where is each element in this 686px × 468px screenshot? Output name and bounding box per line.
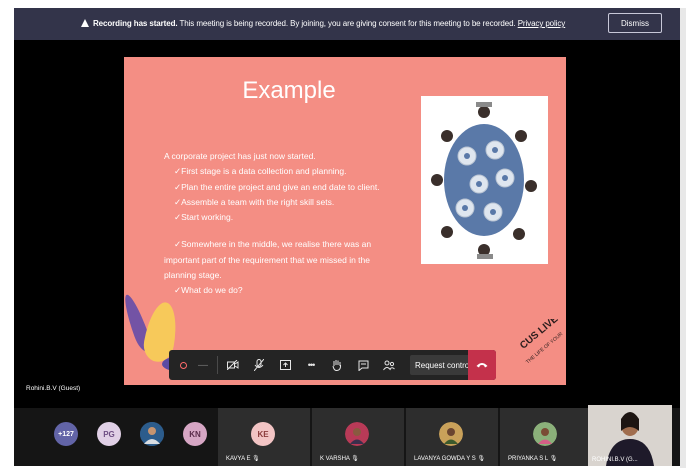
more-participants-button[interactable]: +127 [54, 422, 78, 446]
person-photo-icon [345, 422, 369, 446]
raise-hand-icon [332, 360, 342, 371]
participant-initials: KE [251, 422, 275, 446]
recording-text: This meeting is being recorded. By joini… [179, 19, 516, 28]
window-edge [680, 8, 686, 468]
participant-name: PRIYANKA S L [508, 456, 549, 462]
timer-placeholder: — [198, 359, 208, 371]
meeting-window: Recording has started. This meeting is b… [14, 8, 680, 466]
slide-intro: A corporate project has just now started… [164, 151, 316, 161]
participants-icon [383, 360, 395, 370]
slide-middle-line: planning stage. [164, 270, 222, 281]
slide-step: ✓Plan the entire project and give an end… [174, 181, 380, 192]
raise-hand-button[interactable] [325, 350, 349, 380]
participant-avatar[interactable]: PG [97, 422, 121, 446]
mic-muted-icon: 🎙 [351, 456, 359, 462]
mic-off-button[interactable] [247, 350, 271, 380]
mic-muted-icon: 🎙 [252, 456, 260, 462]
self-view-video: ROHINI.B.V (G... [588, 405, 672, 466]
request-control-button[interactable]: Request control [410, 355, 476, 375]
record-button[interactable] [175, 350, 191, 380]
person-photo-icon [439, 422, 463, 446]
share-button[interactable] [273, 350, 297, 380]
recording-banner: Recording has started. This meeting is b… [14, 8, 680, 40]
slide-title: Example [242, 77, 336, 104]
person-photo-icon [140, 422, 164, 446]
mic-muted-icon: 🎙 [549, 456, 558, 462]
meeting-toolbar: — ••• Request control [169, 350, 496, 380]
slide-middle-line: ✓Somewhere in the middle, we realise the… [174, 239, 372, 250]
dismiss-button[interactable]: Dismiss [608, 13, 662, 33]
camera-off-icon [227, 360, 239, 370]
shared-slide: Example A corporate project has just now… [124, 57, 566, 385]
warning-icon [81, 19, 89, 27]
participant-avatar[interactable]: KN [183, 422, 207, 446]
focus-lives-sticker-icon: CUS LIVES THE LIFE OF YOUR [518, 319, 566, 365]
camera-off-button[interactable] [221, 350, 245, 380]
participant-name: K VARSHA [320, 456, 350, 462]
participant-tile[interactable]: PRIYANKA S L 🎙 [500, 408, 592, 466]
recording-title: Recording has started. [93, 19, 178, 28]
share-tray-icon [279, 360, 291, 370]
chat-button[interactable] [351, 350, 375, 380]
mic-off-icon [254, 359, 264, 371]
recording-message: Recording has started. This meeting is b… [93, 19, 565, 28]
slide-step: ✓Start working. [174, 212, 234, 223]
participant-avatar[interactable] [140, 422, 164, 446]
participant-name: LAVANYA GOWDA Y S [414, 456, 476, 462]
privacy-policy-link[interactable]: Privacy policy [518, 19, 566, 28]
participant-name: KAVYA E [226, 456, 251, 462]
slide-middle-line: important part of the requirement that w… [164, 254, 370, 265]
hang-up-icon [476, 363, 488, 368]
participants-button[interactable] [377, 350, 401, 380]
person-photo-icon [533, 422, 557, 446]
record-icon [179, 361, 187, 369]
teamwork-illustration [421, 96, 548, 264]
hang-up-button[interactable] [468, 350, 496, 380]
slide-step: ✓Assemble a team with the right skill se… [174, 196, 335, 207]
participant-tile[interactable]: LAVANYA GOWDA Y S 🎙 [406, 408, 498, 466]
mic-muted-icon: 🎙 [477, 456, 486, 462]
slide-question: ✓What do we do? [174, 285, 243, 296]
chat-icon [358, 360, 368, 371]
more-actions-button[interactable]: ••• [299, 350, 323, 380]
participant-tile[interactable]: K VARSHA 🎙 [312, 408, 404, 466]
self-name: ROHINI.B.V (G... [592, 457, 638, 463]
presenter-name: Rohini.B.V (Guest) [26, 385, 81, 392]
gears-table-icon [431, 102, 537, 259]
slide-body: A corporate project has just now started… [164, 149, 424, 299]
slide-step: ✓First stage is a data collection and pl… [174, 166, 347, 177]
participant-gallery: +127 PG KN KE KAVYA E 🎙 K VARSHA 🎙 LAVAN… [14, 408, 680, 466]
participant-tile[interactable]: KE KAVYA E 🎙 [218, 408, 310, 466]
